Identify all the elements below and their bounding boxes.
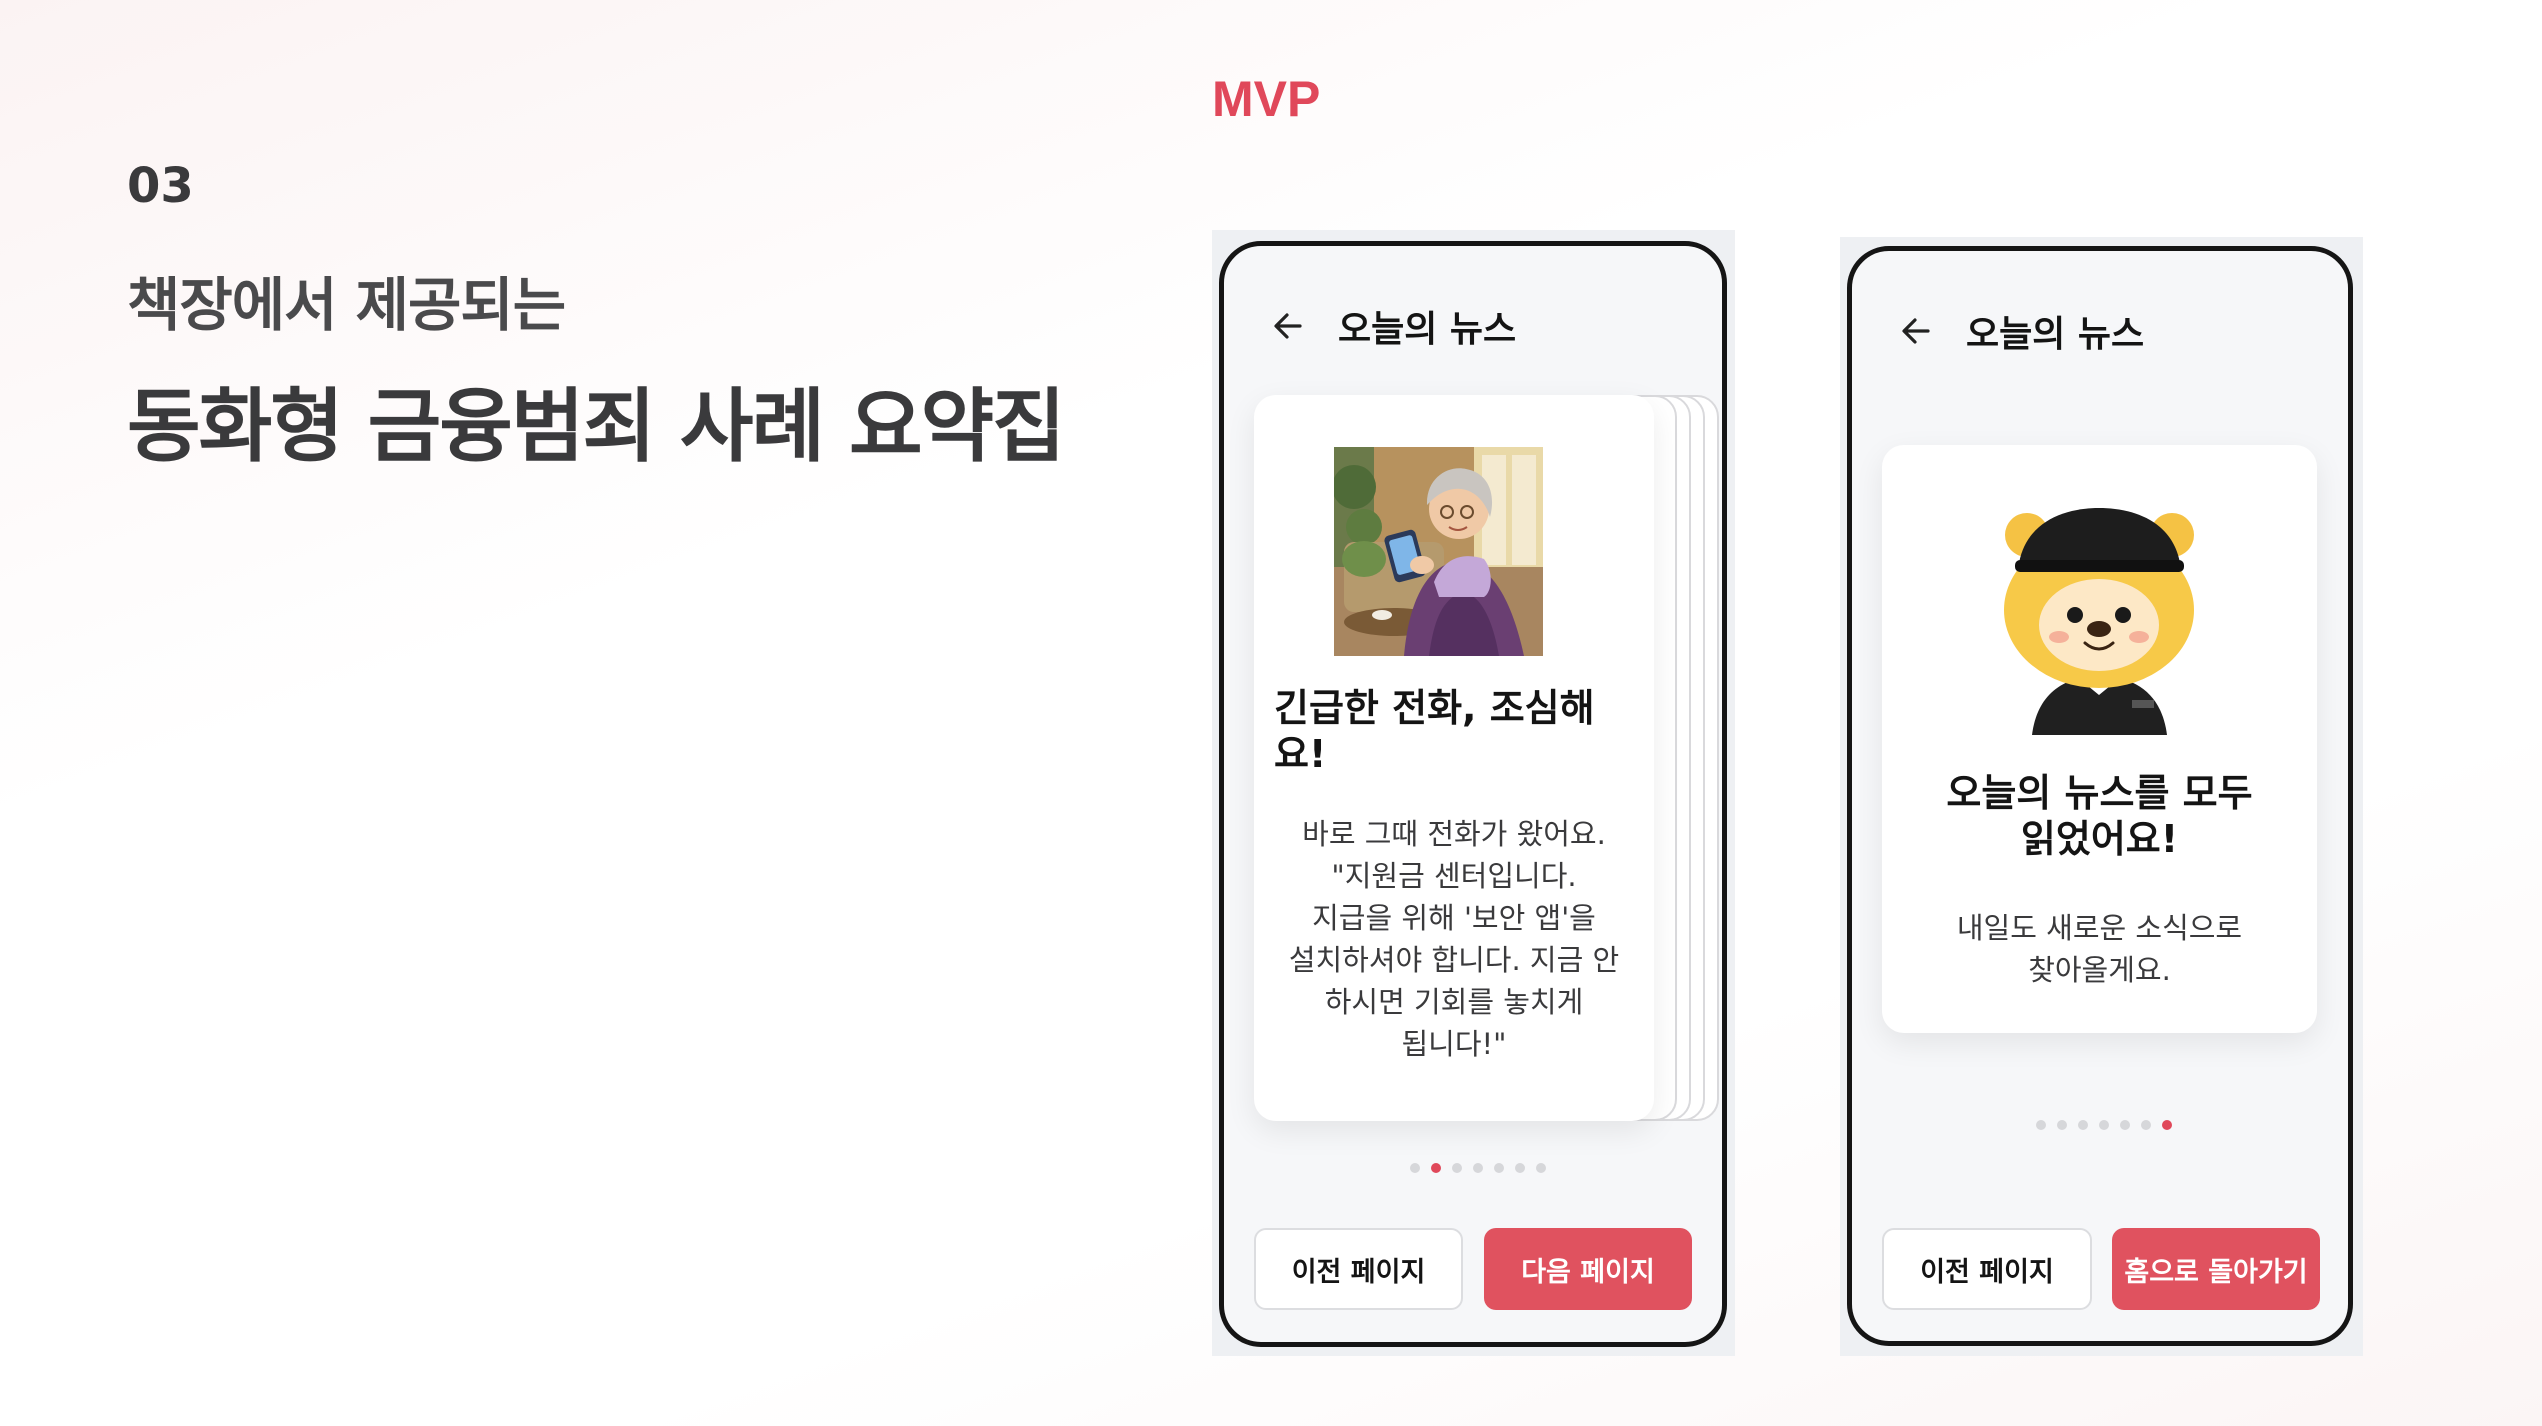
page-dot [1515, 1163, 1525, 1173]
next-page-button[interactable]: 다음 페이지 [1484, 1228, 1692, 1310]
completion-card: 오늘의 뉴스를 모두 읽었어요! 내일도 새로운 소식으로 찾아올게요. [1882, 445, 2317, 1033]
card-body-text: 바로 그때 전화가 왔어요. "지원금 센터입니다. 지급을 위해 '보안 앱'… [1288, 817, 1620, 1061]
page-dot [2120, 1120, 2130, 1130]
prev-page-button[interactable]: 이전 페이지 [1254, 1228, 1463, 1310]
page-dot [1452, 1163, 1462, 1173]
page-dot [2162, 1120, 2172, 1130]
card-body-text: 내일도 새로운 소식으로 찾아올게요. [1956, 911, 2243, 987]
page-dot [1536, 1163, 1546, 1173]
page-indicator [2036, 1120, 2172, 1130]
prev-page-button[interactable]: 이전 페이지 [1882, 1228, 2092, 1310]
arrow-left-icon[interactable] [1896, 311, 1936, 351]
page-indicator [1410, 1163, 1546, 1173]
grandmother-phone-illustration [1334, 447, 1543, 656]
page-dot [2057, 1120, 2067, 1130]
bear-mascot-illustration [1997, 505, 2202, 735]
arrow-left-icon[interactable] [1268, 306, 1308, 346]
phone-header: 오늘의 뉴스 [1852, 291, 2348, 371]
slide-headline: 동화형 금융범죄 사례 요약집 [127, 380, 1066, 473]
page-dot [1494, 1163, 1504, 1173]
card-title: 긴급한 전화, 조심해 요! [1274, 686, 1595, 776]
page-dot [2078, 1120, 2088, 1130]
page-title: 오늘의 뉴스 [1338, 309, 1517, 350]
page-dot [2099, 1120, 2109, 1130]
home-button[interactable]: 홈으로 돌아가기 [2112, 1228, 2320, 1310]
phone-screen-complete: 오늘의 뉴스 오늘의 뉴스를 모두 읽었어요! 내일도 새로운 소식으로 찾아올… [1847, 246, 2353, 1346]
page-dot [1431, 1163, 1441, 1173]
story-card[interactable]: 긴급한 전화, 조심해 요! 바로 그때 전화가 왔어요. "지원금 센터입니다… [1254, 395, 1654, 1121]
section-number: 03 [127, 158, 194, 214]
page-dot [2141, 1120, 2151, 1130]
page-title: 오늘의 뉴스 [1966, 314, 2145, 355]
slide-subtitle: 책장에서 제공되는 [127, 271, 566, 339]
phone-header: 오늘의 뉴스 [1224, 286, 1722, 366]
card-title: 오늘의 뉴스를 모두 읽었어요! [1946, 771, 2253, 861]
page-dot [1410, 1163, 1420, 1173]
page-dot [2036, 1120, 2046, 1130]
phone-screen-story: 오늘의 뉴스 긴급한 전화, 조심해 요! 바로 그때 전화가 왔어요. "지원… [1219, 241, 1727, 1347]
mvp-label: MVP [1212, 71, 1321, 127]
page-dot [1473, 1163, 1483, 1173]
